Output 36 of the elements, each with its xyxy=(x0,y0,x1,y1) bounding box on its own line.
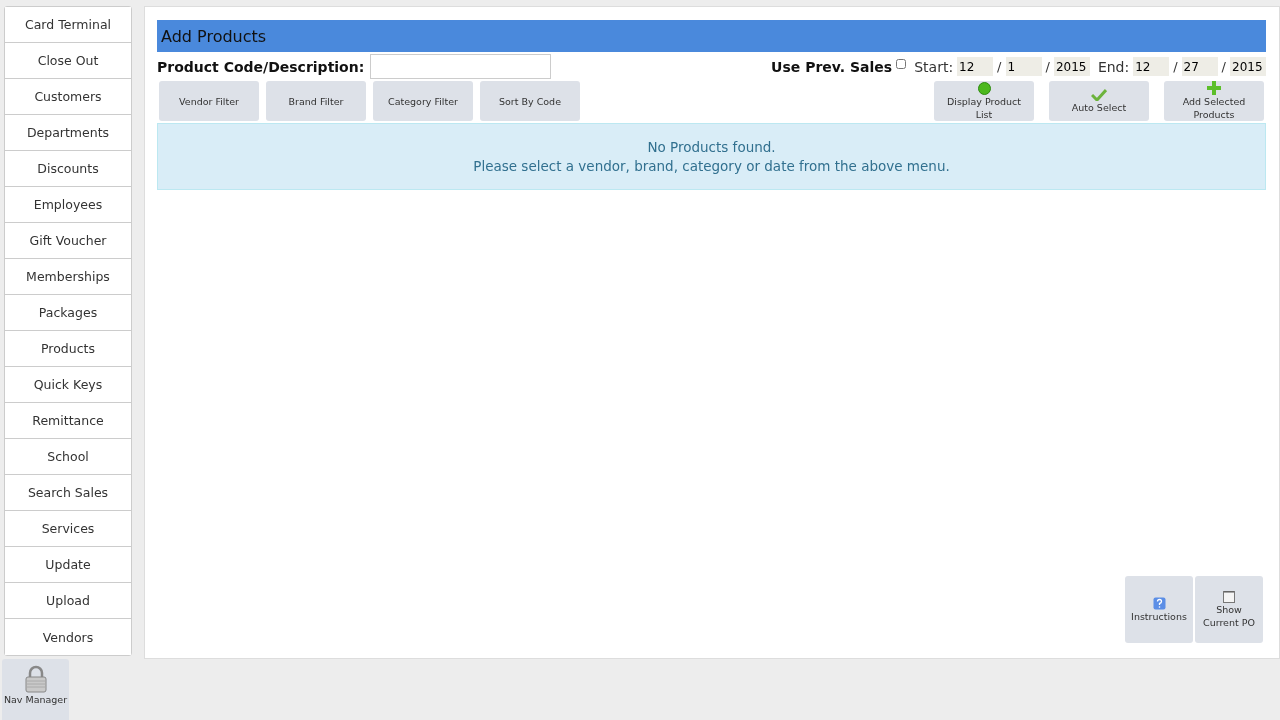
prev-sales-checkbox[interactable] xyxy=(896,58,907,69)
panel-title: Add Products xyxy=(157,20,1266,52)
date-field[interactable]: 2015 xyxy=(1230,57,1266,76)
filter-button[interactable]: Category Filter xyxy=(373,81,473,121)
help-icon xyxy=(1152,596,1166,610)
date-field[interactable]: 12 xyxy=(1133,57,1170,76)
bottom-button[interactable]: Instructions xyxy=(1125,576,1193,643)
notepad-icon xyxy=(1223,590,1235,603)
date-field[interactable]: 12 xyxy=(957,57,994,76)
circle-icon xyxy=(977,81,991,95)
date-label: Start: xyxy=(914,58,954,75)
filter-button[interactable]: Vendor Filter xyxy=(159,81,259,121)
search-field[interactable] xyxy=(370,54,552,79)
sidebar-item[interactable]: Card Terminal xyxy=(5,7,131,43)
date-separator: / xyxy=(997,59,1002,74)
alert-text: Please select a vendor, brand, category or date from the above menu. xyxy=(473,156,950,176)
bottom-button[interactable]: Show Current PO xyxy=(1195,576,1263,643)
date-field[interactable]: 2015 xyxy=(1053,57,1090,76)
nav-manager-button[interactable]: Nav Manager xyxy=(2,659,69,720)
alert-text: No Products found. xyxy=(647,137,776,157)
check-icon xyxy=(1091,88,1107,101)
date-label: End: xyxy=(1097,58,1130,75)
action-button[interactable]: Auto Select xyxy=(1049,81,1149,121)
date-separator: / xyxy=(1045,59,1050,74)
search-label: Product Code/Description: xyxy=(157,58,365,75)
filter-button[interactable]: Sort By Code xyxy=(480,81,580,121)
action-button[interactable]: Add Selected Products xyxy=(1164,81,1264,121)
action-button[interactable]: Display Product List xyxy=(934,81,1034,121)
prev-sales-label: Use Prev. Sales xyxy=(771,58,893,75)
date-field[interactable]: 27 xyxy=(1181,57,1218,76)
plus-icon xyxy=(1207,81,1221,95)
date-separator: / xyxy=(1173,59,1178,74)
padlock-icon xyxy=(23,665,48,693)
date-field[interactable]: 1 xyxy=(1005,57,1042,76)
filter-button[interactable]: Brand Filter xyxy=(266,81,366,121)
date-separator: / xyxy=(1221,59,1226,74)
